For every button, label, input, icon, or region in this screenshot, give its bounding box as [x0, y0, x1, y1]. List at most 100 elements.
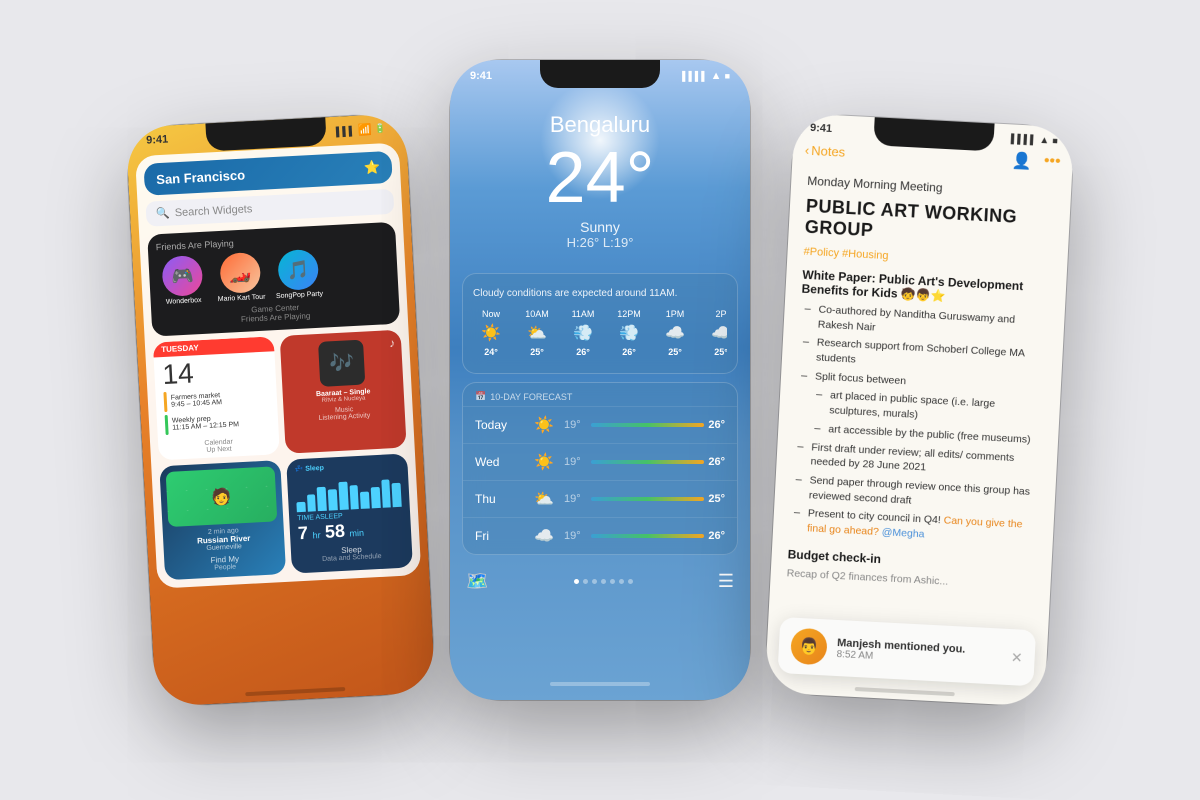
weather-wifi-icon: ▲: [711, 70, 722, 82]
forecast-row-fri: Fri ☁️ 19° 26°: [463, 517, 737, 554]
search-widgets-bar[interactable]: 🔍 Search Widgets: [145, 189, 394, 227]
map-preview: 🧑: [166, 466, 278, 527]
bullet-dash-3b: –: [814, 422, 823, 434]
songpop-avatar: 🎵: [277, 249, 319, 291]
notification-avatar: 👨: [790, 628, 828, 666]
notes-battery-icon: ■: [1052, 136, 1058, 146]
wonderbox-avatar: 🎮: [161, 255, 203, 297]
notes-share-button[interactable]: 👤: [1011, 150, 1032, 171]
sleep-bar-6: [349, 485, 359, 510]
bullet-dash-5: –: [795, 473, 804, 485]
phone1-homescreen: 9:41 ▌▌▌ 📶 🔋 San Francisco ⭐ 🔍 Search Wi…: [126, 113, 436, 707]
hourly-item-12pm: 12PM 💨 26°: [611, 309, 647, 357]
music-album-art: 🎶: [318, 340, 365, 387]
sf-star-icon: ⭐: [363, 159, 380, 176]
sleep-header: 💤 Sleep: [294, 460, 399, 473]
weather-toolbar: 🗺️ ☰: [450, 563, 750, 600]
bullet-dash-6: –: [794, 507, 803, 519]
forecast-bar-today: [591, 423, 705, 427]
mario-label: Mario Kart Tour: [216, 294, 266, 304]
map-toolbar-icon[interactable]: 🗺️: [466, 571, 488, 592]
weather-battery-icon: ■: [725, 71, 730, 81]
sleep-widget[interactable]: 💤 Sleep TIM: [286, 453, 413, 573]
notification-close-button[interactable]: ✕: [1010, 649, 1023, 667]
bullet-text-3: Split focus between: [815, 369, 907, 388]
mid-widgets-row: TUESDAY 14 Farmers market9:45 – 10:45 AM…: [153, 330, 407, 461]
notes-back-button[interactable]: ‹ Notes: [805, 142, 846, 159]
notes-screen: 9:41 ▌▌▌▌ ▲ ■ ‹ Notes 👤 •••: [764, 113, 1074, 707]
sleep-mins: 58: [324, 521, 345, 542]
findmy-widget[interactable]: 🧑 2 min ago Russian River Guerneville Fi…: [159, 460, 286, 580]
weather-signal-icon: ▌▌▌▌: [682, 71, 708, 81]
sleep-bar-9: [381, 479, 391, 507]
notification-content: Manjesh mentioned you. 8:52 AM: [836, 637, 1001, 669]
sleep-bar-5: [338, 482, 348, 510]
notes-action-buttons: 👤 •••: [1011, 150, 1061, 173]
phone1-time: 9:41: [146, 134, 169, 148]
event-dot-2: [165, 415, 169, 435]
weather-dot-2: [583, 579, 588, 584]
hourly-item-2p: 2P ☁️ 25°: [703, 309, 727, 357]
weather-dot-7: [628, 579, 633, 584]
weather-screen: 9:41 ▌▌▌▌ ▲ ■ Bengaluru 24° Sunny H:26° …: [450, 60, 750, 700]
weather-alert-text: Cloudy conditions are expected around 11…: [473, 284, 727, 303]
bullet-dash-3a: –: [816, 389, 825, 401]
sleep-duration: 7 hr 58 min: [297, 518, 403, 544]
notes-wifi-icon: ▲: [1039, 134, 1049, 146]
sleep-bar-4: [328, 489, 338, 510]
weather-status-icons: ▌▌▌▌ ▲ ■: [682, 70, 730, 82]
forecast-row-today: Today ☀️ 19° 26°: [463, 406, 737, 443]
note-heading: PUBLIC ART WORKING GROUP: [804, 196, 1054, 251]
home-indicator: [245, 687, 345, 696]
game-center-widget[interactable]: Friends Are Playing 🎮 Wonderbox 🏎️ Mario…: [147, 222, 400, 337]
notes-signal-icon: ▌▌▌▌: [1011, 133, 1037, 144]
forecast-bar-thu: [591, 497, 705, 501]
notes-back-label: Notes: [811, 142, 846, 159]
weather-dot-1: [574, 579, 579, 584]
phone2-frame: 9:41 ▌▌▌▌ ▲ ■ Bengaluru 24° Sunny H:26° …: [450, 60, 750, 700]
game-avatar-wonderbox: 🎮 Wonderbox: [156, 255, 208, 307]
weather-hi-lo: H:26° L:19°: [450, 235, 750, 250]
wonderbox-label: Wonderbox: [159, 297, 209, 307]
hourly-forecast-scroll[interactable]: Now ☀️ 24° 10AM ⛅ 25° 11AM 💨 26°: [473, 303, 727, 363]
game-avatar-songpop: 🎵 SongPop Party: [272, 249, 324, 301]
music-widget[interactable]: ♪ 🎶 Baaraat – Single Ritviz & Nucleya Mu…: [280, 330, 407, 454]
calendar-event-1: Farmers market9:45 – 10:45 AM: [163, 387, 269, 412]
calendar-event-2: Weekly prep11:15 AM – 12:15 PM: [165, 410, 271, 435]
note-title: Monday Morning Meeting: [807, 174, 1055, 201]
forecast-bar-fri: [591, 534, 705, 538]
search-icon: 🔍: [156, 207, 170, 221]
note-section-1-title: White Paper: Public Art's Development Be…: [801, 268, 1050, 309]
music-sublabel: Listening Activity: [318, 412, 370, 422]
notes-more-button[interactable]: •••: [1043, 152, 1061, 173]
music-footer: Music Listening Activity: [292, 404, 398, 423]
sf-location-header[interactable]: San Francisco ⭐: [143, 151, 392, 196]
phone1-frame: 9:41 ▌▌▌ 📶 🔋 San Francisco ⭐ 🔍 Search Wi…: [126, 113, 436, 707]
weather-city: Bengaluru: [450, 112, 750, 138]
calendar-widget[interactable]: TUESDAY 14 Farmers market9:45 – 10:45 AM…: [153, 336, 280, 460]
weather-dot-6: [619, 579, 624, 584]
sleep-bar-7: [360, 491, 370, 509]
sleep-bar-8: [371, 487, 381, 508]
weather-dot-5: [610, 579, 615, 584]
event-text-1: Farmers market9:45 – 10:45 AM: [171, 392, 223, 409]
list-toolbar-icon[interactable]: ☰: [718, 571, 734, 592]
mention-megha[interactable]: @Megha: [881, 526, 924, 540]
hourly-item-1pm: 1PM ☁️ 25°: [657, 309, 693, 357]
hourly-item-10am: 10AM ⛅ 25°: [519, 309, 555, 357]
weather-home-indicator: [550, 682, 650, 686]
weather-temperature: 24°: [450, 142, 750, 214]
sleep-bars-chart: [295, 472, 402, 512]
phone2-notch: [540, 60, 660, 88]
ten-day-forecast-card: 📅 10-DAY FORECAST Today ☀️ 19° 26° Wed ☀…: [462, 382, 738, 555]
map-pin-icon: 🧑: [211, 486, 232, 507]
search-placeholder: Search Widgets: [174, 203, 252, 219]
weather-page-dots: [574, 579, 633, 584]
sleep-hr-unit: hr: [312, 530, 321, 540]
phone1-wifi-icon: 📶: [358, 123, 372, 137]
calendar-date: 14: [162, 356, 268, 389]
sleep-bar-10: [392, 482, 402, 507]
phone3-frame: 9:41 ▌▌▌▌ ▲ ■ ‹ Notes 👤 •••: [764, 113, 1074, 707]
forecast-row-thu: Thu ⛅ 19° 25°: [463, 480, 737, 517]
sf-city-name: San Francisco: [156, 167, 246, 187]
